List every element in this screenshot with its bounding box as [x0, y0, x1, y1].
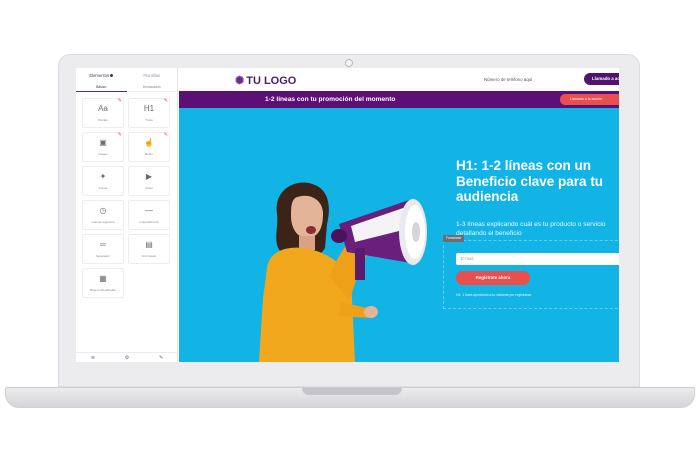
element-tile-label: Iconos [98, 185, 108, 190]
email-field[interactable]: E-mail [456, 253, 619, 265]
subtab-destacados[interactable]: Destacados [127, 85, 178, 89]
divider-icon: — [145, 205, 153, 215]
logo-mark-icon: ✺ [235, 75, 245, 87]
site-logo[interactable]: ✺ TU LOGO [235, 74, 297, 88]
image-icon: ▣ [99, 137, 107, 147]
element-tile-label: Botón [145, 151, 153, 156]
stage: Elementos Plantillas Básico Destacados A… [0, 0, 700, 462]
text-icon: Aa [98, 103, 108, 113]
element-tile[interactable]: ◷ Cuenta regresiva [82, 200, 124, 230]
sidebar-tabs: Elementos Plantillas [76, 68, 177, 82]
active-dot-icon [110, 73, 114, 77]
element-tile[interactable]: ▶ Video [128, 166, 170, 196]
pin-icon: ✎ [163, 132, 168, 138]
element-tile-label: Formulario [141, 253, 157, 258]
header-cta-button[interactable]: Llamado a acción [584, 73, 619, 85]
element-tile[interactable]: ═ Separador [82, 234, 124, 264]
element-tile[interactable]: ▦ Bloque Reutilizable [82, 268, 124, 298]
laptop-notch [302, 388, 402, 395]
element-tile[interactable]: H1 Título ✎ [128, 98, 170, 128]
form-block-tag[interactable]: Formulario [443, 235, 465, 242]
pin-icon: ✎ [163, 98, 168, 104]
brush-icon[interactable]: ✎ [159, 355, 163, 361]
woman-megaphone-illustration [259, 182, 427, 362]
element-tile[interactable]: ▤ Formulario [128, 234, 170, 264]
element-tile-label: Título [145, 117, 153, 122]
sidebar-subtabs: Básico Destacados [76, 82, 177, 92]
element-tile-label: Separador [95, 253, 110, 258]
sidebar-footer: ≋ ⚙ ✎ [76, 352, 178, 362]
shapes-icon: ✦ [99, 171, 107, 181]
element-tile-label: Cuenta regresiva [91, 219, 115, 224]
hero-subheading: 1-3 líneas explicando cuál es tu product… [456, 221, 606, 237]
subtab-basico[interactable]: Básico [76, 82, 127, 92]
editor-sidebar: Elementos Plantillas Básico Destacados A… [76, 68, 178, 362]
pin-icon: ✎ [117, 132, 122, 138]
reusable-block-icon: ▦ [99, 273, 107, 283]
form-fine-print: H4: 1 línea aportando a tu visitante por… [456, 293, 532, 297]
tab-elementos-label: Elementos [89, 72, 110, 78]
hero-heading: H1: 1-2 líneas con un Beneficio clave pa… [456, 158, 604, 204]
element-tile-label: Video [145, 185, 153, 190]
element-tiles: Aa Párrafo ✎ H1 Título ✎ ▣ Imagen ✎ ☝ Botón ✎ ✦ Icono… [76, 92, 177, 298]
page-canvas: ✺ TU LOGO Número de teléfono aquí Llamad… [179, 68, 619, 362]
laptop-base [5, 387, 695, 408]
element-tile[interactable]: ▣ Imagen ✎ [82, 132, 124, 162]
heading-icon: H1 [143, 103, 155, 113]
element-tile[interactable]: ✦ Iconos [82, 166, 124, 196]
promo-text: 1-2 líneas con tu promoción del momento [265, 96, 396, 103]
settings-icon[interactable]: ⚙ [125, 355, 129, 361]
pin-icon: ✎ [117, 98, 122, 104]
tab-elementos[interactable]: Elementos [76, 73, 127, 78]
site-header: ✺ TU LOGO Número de teléfono aquí Llamad… [179, 68, 619, 91]
element-tile-label: Línea divisoria [139, 219, 159, 224]
video-icon: ▶ [145, 171, 153, 181]
form-icon: ▤ [145, 239, 153, 249]
promo-bar: 1-2 líneas con tu promoción del momento … [179, 91, 619, 108]
promo-cta-button[interactable]: Llamado a la acción [560, 94, 619, 105]
camera-icon [345, 59, 353, 67]
element-tile[interactable]: ☝ Botón ✎ [128, 132, 170, 162]
tab-plantillas[interactable]: Plantillas [127, 73, 178, 78]
hand-pointer-icon: ☝ [144, 137, 154, 147]
element-tile-label: Imagen [97, 151, 108, 156]
phone-number: Número de teléfono aquí [484, 77, 533, 82]
layers-icon[interactable]: ≋ [91, 355, 95, 361]
element-tile-label: Párrafo [98, 117, 108, 122]
laptop-screen: Elementos Plantillas Básico Destacados A… [76, 68, 619, 362]
logo-text: TU LOGO [246, 74, 297, 87]
timer-icon: ◷ [99, 205, 107, 215]
laptop-lid: Elementos Plantillas Básico Destacados A… [58, 54, 640, 387]
hero-section: H1: 1-2 líneas con un Beneficio clave pa… [179, 108, 619, 362]
spacer-icon: ═ [100, 239, 106, 249]
element-tile[interactable]: — Línea divisoria [128, 200, 170, 230]
register-button[interactable]: Regístrate ahora [456, 271, 530, 285]
element-tile[interactable]: Aa Párrafo ✎ [82, 98, 124, 128]
element-tile-label: Bloque Reutilizable [90, 287, 116, 292]
